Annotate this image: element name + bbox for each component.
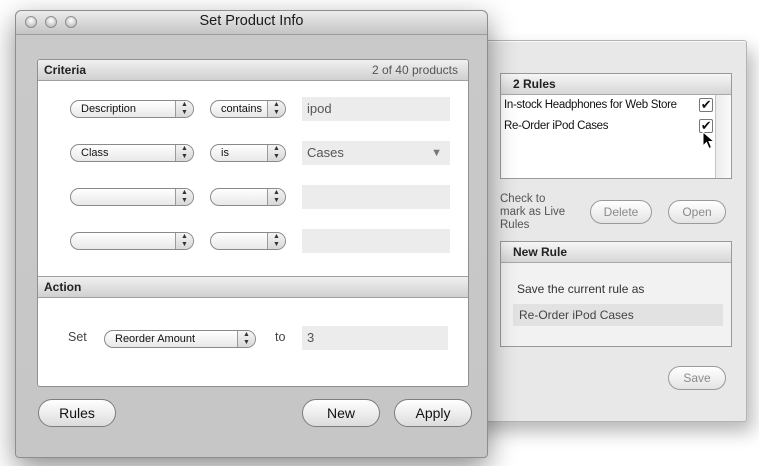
rule-name-field[interactable]: Re-Order iPod Cases [513, 304, 723, 326]
rule-item-ipod-cases[interactable]: Re-Order iPod Cases ✔ [501, 116, 715, 137]
product-count: 2 of 40 products [371, 63, 458, 77]
open-button[interactable]: Open [668, 200, 726, 224]
rule-item-label: Re-Order iPod Cases [504, 120, 609, 132]
criteria-value-field-3[interactable] [302, 185, 450, 209]
popup-stepper-icon: ▲ ▼ [267, 233, 285, 249]
criteria-operator-popup-4[interactable]: ▲ ▼ [210, 232, 286, 250]
popup-value: Reorder Amount [115, 333, 196, 345]
criteria-operator-popup-1[interactable]: contains ▲ ▼ [210, 100, 286, 118]
popup-stepper-icon: ▲ ▼ [175, 189, 193, 205]
to-label: to [275, 330, 286, 344]
live-rules-hint: Check to mark as Live Rules [500, 193, 566, 231]
popup-stepper-icon: ▲ ▼ [237, 331, 255, 347]
save-as-label: Save the current rule as [517, 282, 645, 296]
new-rule-box: New Rule Save the current rule as Re-Ord… [500, 241, 732, 347]
new-rule-header: New Rule [501, 242, 731, 263]
action-value-field[interactable]: 3 [302, 326, 448, 350]
set-product-info-window: Set Product Info Criteria 2 of 40 produc… [15, 10, 488, 458]
rule-item-label: In-stock Headphones for Web Store [504, 99, 677, 111]
criteria-action-panel: Criteria 2 of 40 products Description ▲ ▼… [37, 59, 469, 387]
popup-value: contains [221, 103, 262, 115]
action-title: Action [44, 280, 82, 294]
popup-stepper-icon: ▲ ▼ [175, 233, 193, 249]
criteria-operator-popup-2[interactable]: is ▲ ▼ [210, 144, 286, 162]
popup-stepper-icon: ▲ ▼ [175, 145, 193, 161]
rule-live-checkbox[interactable]: ✔ [699, 98, 713, 112]
popup-stepper-icon: ▲ ▼ [175, 101, 193, 117]
criteria-header: Criteria 2 of 40 products [38, 60, 468, 81]
dropdown-arrow-icon[interactable]: ▼ [431, 141, 442, 165]
criteria-value-field-1[interactable]: ipod [302, 97, 450, 121]
rules-list-box: 2 Rules In-stock Headphones for Web Stor… [500, 73, 732, 179]
popup-stepper-icon: ▲ ▼ [267, 145, 285, 161]
delete-button[interactable]: Delete [590, 200, 652, 224]
field-value: ipod [307, 101, 332, 116]
popup-stepper-icon: ▲ ▼ [267, 101, 285, 117]
save-button[interactable]: Save [668, 366, 726, 390]
set-label: Set [68, 330, 87, 344]
rules-drawer: 2 Rules In-stock Headphones for Web Stor… [470, 40, 747, 422]
popup-value: Description [81, 103, 137, 115]
criteria-field-popup-3[interactable]: ▲ ▼ [70, 188, 194, 206]
action-header: Action [38, 276, 468, 298]
rule-item-headphones[interactable]: In-stock Headphones for Web Store ✔ [501, 95, 715, 116]
criteria-title: Criteria [44, 63, 87, 77]
title-bar: Set Product Info [16, 11, 487, 35]
apply-button[interactable]: Apply [394, 399, 472, 427]
field-value: 3 [307, 330, 315, 345]
window-title: Set Product Info [199, 13, 304, 29]
popup-stepper-icon: ▲ ▼ [267, 189, 285, 205]
rules-list-header: 2 Rules [501, 74, 731, 95]
rules-button[interactable]: Rules [38, 399, 116, 427]
criteria-field-popup-1[interactable]: Description ▲ ▼ [70, 100, 194, 118]
popup-value: is [221, 147, 229, 159]
criteria-field-popup-2[interactable]: Class ▲ ▼ [70, 144, 194, 162]
rules-list: In-stock Headphones for Web Store ✔ Re-O… [501, 95, 715, 178]
criteria-field-popup-4[interactable]: ▲ ▼ [70, 232, 194, 250]
popup-value: Class [81, 147, 109, 159]
mouse-cursor-icon [702, 131, 716, 150]
criteria-operator-popup-3[interactable]: ▲ ▼ [210, 188, 286, 206]
criteria-value-field-4[interactable] [302, 229, 450, 253]
field-value: Cases [307, 145, 344, 160]
new-button[interactable]: New [302, 399, 380, 427]
criteria-value-combo-2[interactable]: Cases ▼ [302, 141, 450, 165]
action-field-popup[interactable]: Reorder Amount ▲ ▼ [104, 330, 256, 348]
